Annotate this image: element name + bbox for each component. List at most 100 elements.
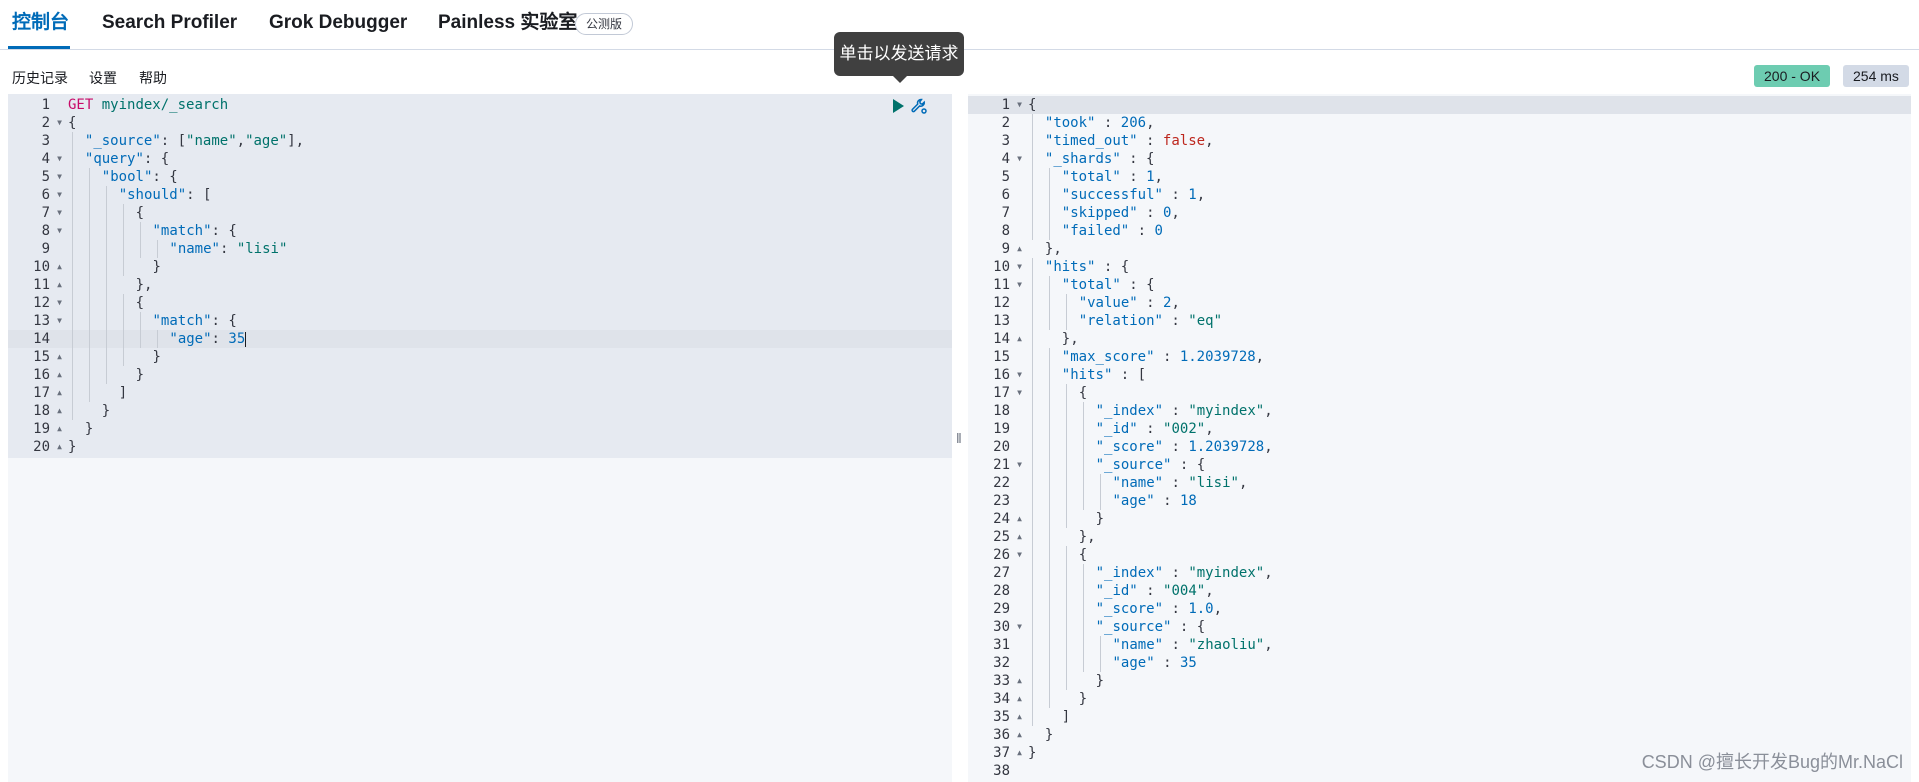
indent-guide: [106, 348, 108, 366]
indent-guide: [1049, 546, 1051, 564]
fold-arrow-up-icon[interactable]: ▲: [57, 366, 62, 384]
indent-guide: [1049, 582, 1051, 600]
indent-guide: [89, 312, 91, 330]
code-token-punc: [93, 97, 101, 113]
code-token-bool: false: [1162, 133, 1206, 149]
code-token-punc: :: [1095, 115, 1121, 131]
fold-arrow-down-icon[interactable]: ▼: [1017, 384, 1022, 402]
fold-arrow-down-icon[interactable]: ▼: [1017, 96, 1022, 114]
code-line: }: [85, 420, 93, 438]
code-line: }: [136, 366, 144, 384]
line-number: 15: [33, 349, 50, 365]
code-token-punc: {: [1078, 547, 1088, 563]
settings-link[interactable]: 设置: [89, 68, 117, 88]
indent-guide: [72, 402, 74, 420]
fold-arrow-up-icon[interactable]: ▲: [57, 402, 62, 420]
tab-painless-lab[interactable]: Painless 实验室: [438, 10, 577, 36]
code-token-key: "_source": [1095, 619, 1172, 635]
fold-arrow-up-icon[interactable]: ▲: [1017, 240, 1022, 258]
code-line: "_id" : "002",: [1096, 420, 1214, 438]
line-number: 32: [993, 655, 1010, 671]
fold-arrow-down-icon[interactable]: ▼: [1017, 546, 1022, 564]
indent-guide: [1082, 564, 1084, 582]
response-editor[interactable]: 1 ▼ 2 3 4 ▼ 5 6 7 8 9 ▲ 10 ▼ 11 ▼ 12 13 14 ▲ 15 16 ▼ 17 ▼ 18 19 20 2…: [968, 94, 1911, 782]
indent-guide: [1049, 564, 1051, 582]
fold-arrow-up-icon[interactable]: ▲: [1017, 708, 1022, 726]
code-token-punc: ,: [1238, 475, 1248, 491]
fold-arrow-down-icon[interactable]: ▼: [57, 312, 62, 330]
fold-arrow-down-icon[interactable]: ▼: [1017, 618, 1022, 636]
indent-guide: [106, 222, 108, 240]
indent-guide: [1082, 456, 1084, 474]
fold-arrow-down-icon[interactable]: ▼: [1017, 366, 1022, 384]
send-request-tooltip: 单击以发送请求: [834, 32, 964, 83]
line-number: 10: [993, 259, 1010, 275]
fold-arrow-up-icon[interactable]: ▲: [57, 276, 62, 294]
fold-arrow-up-icon[interactable]: ▲: [1017, 672, 1022, 690]
fold-arrow-down-icon[interactable]: ▼: [57, 114, 62, 132]
fold-arrow-up-icon[interactable]: ▲: [1017, 690, 1022, 708]
indent-guide: [1049, 672, 1051, 690]
fold-arrow-up-icon[interactable]: ▲: [1017, 528, 1022, 546]
fold-arrow-down-icon[interactable]: ▼: [57, 150, 62, 168]
code-token-str: "name": [186, 133, 237, 149]
code-token-punc: {: [68, 115, 77, 131]
code-token-key: "name": [1112, 475, 1164, 491]
code-token-punc: ,: [1264, 403, 1273, 419]
code-line: "_source": ["name","age"],: [85, 132, 304, 150]
fold-arrow-up-icon[interactable]: ▲: [57, 420, 62, 438]
code-token-key: "hits": [1061, 367, 1113, 383]
indent-guide: [1099, 492, 1101, 510]
request-code-area[interactable]: GET myindex/_search{"_source": ["name","…: [64, 94, 952, 782]
code-token-str: "lisi": [236, 241, 288, 257]
line-number: 2: [1001, 115, 1010, 131]
active-line-gutter: [968, 96, 1024, 114]
fold-arrow-down-icon[interactable]: ▼: [1017, 258, 1022, 276]
request-gutter: 1 2 ▼ 3 4 ▼ 5 ▼ 6 ▼ 7 ▼ 8 ▼ 9 10 ▲ 11 ▲ 12 ▼ 13 ▼ 14 15 ▲ 16 ▲ 17 ▲ 18…: [8, 94, 64, 782]
fold-arrow-down-icon[interactable]: ▼: [1017, 276, 1022, 294]
fold-arrow-up-icon[interactable]: ▲: [1017, 330, 1022, 348]
response-code-area[interactable]: {"took" : 206, "timed_out" : false, "_shar…: [1024, 94, 1911, 782]
fold-arrow-up-icon[interactable]: ▲: [57, 258, 62, 276]
fold-arrow-down-icon[interactable]: ▼: [57, 204, 62, 222]
line-number: 38: [993, 763, 1010, 779]
help-link[interactable]: 帮助: [139, 68, 167, 88]
code-token-key: "took": [1044, 115, 1096, 131]
fold-arrow-up-icon[interactable]: ▲: [1017, 510, 1022, 528]
fold-arrow-up-icon[interactable]: ▲: [1017, 744, 1022, 762]
tab-console[interactable]: 控制台: [12, 10, 69, 36]
code-line: "age" : 35: [1113, 654, 1197, 672]
tab-search-profiler[interactable]: Search Profiler: [102, 10, 237, 36]
line-number: 35: [993, 709, 1010, 725]
wrench-icon[interactable]: [910, 97, 928, 115]
code-token-punc: :: [1137, 205, 1163, 221]
fold-arrow-down-icon[interactable]: ▼: [57, 294, 62, 312]
fold-arrow-up-icon[interactable]: ▲: [57, 438, 62, 456]
beta-badge: 公测版: [575, 13, 634, 35]
request-editor[interactable]: 1 2 ▼ 3 4 ▼ 5 ▼ 6 ▼ 7 ▼ 8 ▼ 9 10 ▲ 11 ▲ 12 ▼ 13 ▼ 14 15 ▲ 16 ▲ 17 ▲ 18…: [8, 94, 952, 782]
code-token-key: "value": [1078, 295, 1138, 311]
code-line: "bool": {: [102, 168, 178, 186]
code-token-num: 1.2039728: [1179, 349, 1256, 365]
code-line: "hits" : [: [1062, 366, 1146, 384]
indent-guide: [1082, 618, 1084, 636]
play-icon[interactable]: [890, 98, 906, 114]
resize-handle-icon[interactable]: ‖: [956, 430, 962, 446]
code-line: "name" : "zhaoliu",: [1113, 636, 1273, 654]
fold-arrow-down-icon[interactable]: ▼: [57, 186, 62, 204]
tab-grok-debugger[interactable]: Grok Debugger: [269, 10, 407, 36]
code-token-punc: },: [1061, 331, 1079, 347]
history-link[interactable]: 历史记录: [12, 68, 68, 88]
fold-arrow-up-icon[interactable]: ▲: [57, 348, 62, 366]
fold-arrow-down-icon[interactable]: ▼: [1017, 150, 1022, 168]
fold-arrow-up-icon[interactable]: ▲: [57, 384, 62, 402]
indent-guide: [122, 240, 124, 258]
code-token-punc: :: [1137, 583, 1164, 599]
fold-arrow-down-icon[interactable]: ▼: [57, 168, 62, 186]
code-line: },: [136, 276, 153, 294]
fold-arrow-down-icon[interactable]: ▼: [57, 222, 62, 240]
active-line-highlight: [1024, 96, 1911, 114]
status-badge: 200 - OK: [1754, 65, 1831, 87]
fold-arrow-down-icon[interactable]: ▼: [1017, 456, 1022, 474]
fold-arrow-up-icon[interactable]: ▲: [1017, 726, 1022, 744]
